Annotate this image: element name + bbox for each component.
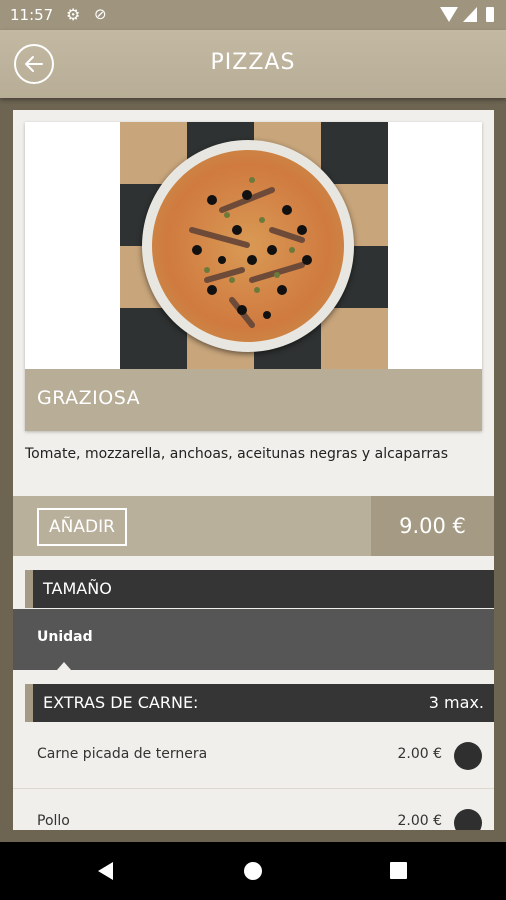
- extra-name: Pollo: [37, 813, 70, 829]
- extra-name: Carne picada de ternera: [37, 746, 208, 762]
- add-button[interactable]: AÑADIR: [37, 508, 127, 546]
- size-section-header: TAMAÑO: [25, 570, 494, 608]
- extra-item[interactable]: Pollo 2.00 €: [13, 789, 494, 830]
- price: 9.00 €: [371, 496, 494, 556]
- product-detail: GRAZIOSA Tomate, mozzarella, anchoas, ac…: [13, 110, 494, 830]
- size-option-unidad[interactable]: Unidad: [37, 629, 93, 645]
- extra-toggle[interactable]: [454, 742, 482, 770]
- page-title: PIZZAS: [210, 50, 296, 75]
- battery-icon: [486, 7, 494, 22]
- navigation-bar: [0, 842, 506, 900]
- app-bar: PIZZAS: [0, 30, 506, 98]
- max-label: 3 max.: [428, 693, 484, 712]
- selected-indicator-icon: [57, 662, 71, 670]
- nav-recents-icon[interactable]: [390, 862, 407, 879]
- extra-price: 2.00 €: [397, 813, 442, 829]
- section-title: EXTRAS DE CARNE:: [43, 693, 199, 712]
- extras-section-header: EXTRAS DE CARNE: 3 max.: [25, 684, 494, 722]
- product-name: GRAZIOSA: [37, 387, 141, 409]
- section-title: TAMAÑO: [43, 579, 112, 598]
- pizza-image: [120, 122, 388, 369]
- cell-signal-icon: [463, 7, 477, 22]
- size-options: Unidad: [13, 609, 494, 670]
- action-row: AÑADIR 9.00 €: [13, 496, 494, 556]
- status-time: 11:57: [10, 6, 54, 24]
- nav-back-icon[interactable]: [98, 862, 113, 880]
- status-bar: 11:57 ⚙ ⊘: [0, 0, 506, 30]
- no-disturb-icon: ⊘: [94, 5, 107, 23]
- extra-toggle[interactable]: [454, 809, 482, 830]
- extra-item[interactable]: Carne picada de ternera 2.00 €: [13, 722, 494, 789]
- product-description: Tomate, mozzarella, anchoas, aceitunas n…: [25, 446, 448, 462]
- wifi-icon: [440, 7, 458, 22]
- product-name-bar: GRAZIOSA: [25, 369, 482, 431]
- nav-home-icon[interactable]: [244, 862, 262, 880]
- settings-icon: ⚙: [66, 5, 81, 24]
- extra-price: 2.00 €: [397, 746, 442, 762]
- product-card: GRAZIOSA: [25, 122, 482, 431]
